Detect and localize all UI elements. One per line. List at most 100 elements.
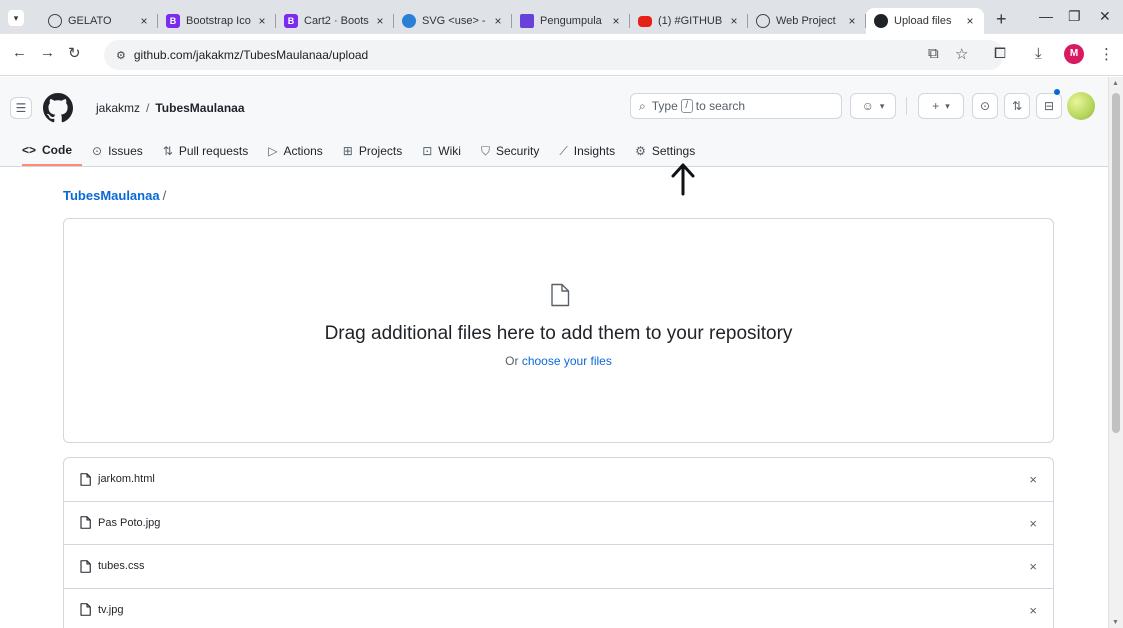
close-icon[interactable]: × bbox=[846, 14, 858, 28]
close-icon[interactable]: × bbox=[610, 14, 622, 28]
pull-request-icon: ⇅ bbox=[162, 144, 173, 158]
bootstrap-icon: B bbox=[284, 14, 298, 28]
drop-zone-or: Or bbox=[505, 354, 519, 368]
close-icon[interactable]: × bbox=[374, 14, 386, 28]
remove-file-close-icon[interactable]: × bbox=[1029, 559, 1037, 574]
search-placeholder-prefix: Type bbox=[651, 99, 678, 113]
tab-label: Insights bbox=[573, 144, 616, 158]
plus-icon: + bbox=[932, 99, 940, 113]
profile-avatar[interactable]: M bbox=[1064, 44, 1084, 64]
browser-tab[interactable]: SVG <use> - × bbox=[394, 8, 512, 34]
globe-icon bbox=[48, 14, 62, 28]
browser-tab-title: Cart2 · Boots bbox=[304, 15, 369, 27]
remove-file-close-icon[interactable]: × bbox=[1029, 516, 1037, 531]
list-item: jarkom.html × bbox=[64, 458, 1053, 502]
breadcrumb-repo[interactable]: TubesMaulanaa bbox=[155, 101, 244, 115]
close-icon[interactable]: × bbox=[492, 14, 504, 28]
issue-icon: ⊙ bbox=[92, 144, 103, 158]
user-avatar[interactable] bbox=[1067, 92, 1095, 120]
browser-tab[interactable]: (1) #GITHUB × bbox=[630, 8, 748, 34]
remove-file-close-icon[interactable]: × bbox=[1029, 472, 1037, 487]
tab-pull-requests[interactable]: ⇅ Pull requests bbox=[163, 136, 258, 166]
browser-tab[interactable]: B Bootstrap Ico × bbox=[158, 8, 276, 34]
bootstrap-icon: B bbox=[166, 14, 180, 28]
search-icon: ⌕ bbox=[639, 98, 646, 113]
create-new-button[interactable]: + ▾ bbox=[918, 93, 964, 119]
back-arrow-icon[interactable]: ← bbox=[12, 44, 27, 61]
list-item: tubes.css × bbox=[64, 545, 1053, 589]
list-item: tv.jpg × bbox=[64, 589, 1053, 628]
github-logo-icon[interactable] bbox=[43, 93, 73, 123]
scroll-down-arrow-icon[interactable]: ▼ bbox=[1112, 619, 1119, 626]
tab-issues[interactable]: ⊙ Issues bbox=[92, 136, 153, 166]
hamburger-menu-icon[interactable]: ☰ bbox=[10, 97, 32, 119]
address-bar[interactable]: ⚙ github.com/jakakmz/TubesMaulanaa/uploa… bbox=[104, 40, 1004, 70]
browser-tab-title: Web Project bbox=[776, 15, 836, 27]
scroll-up-arrow-icon[interactable]: ▲ bbox=[1112, 80, 1119, 87]
browser-menu-icon[interactable]: ⋮ bbox=[1099, 45, 1114, 63]
scrollbar-thumb[interactable] bbox=[1112, 93, 1120, 433]
browser-tab-title: (1) #GITHUB bbox=[658, 15, 723, 27]
tab-label: Projects bbox=[358, 144, 403, 158]
window-close-icon[interactable]: ✕ bbox=[1099, 8, 1111, 25]
browser-tab[interactable]: B Cart2 · Boots × bbox=[276, 8, 394, 34]
tab-search-chevron-icon[interactable]: ▾ bbox=[8, 10, 24, 26]
file-icon bbox=[80, 559, 91, 573]
restore-icon[interactable]: ❐ bbox=[1068, 8, 1081, 25]
file-drop-zone[interactable]: Drag additional files here to add them t… bbox=[63, 218, 1054, 443]
inbox-button[interactable]: ⊟ bbox=[1036, 93, 1062, 119]
tab-wiki[interactable]: ⊡ Wiki bbox=[422, 136, 471, 166]
globe-icon bbox=[756, 14, 770, 28]
browser-tab-active[interactable]: Upload files × bbox=[866, 8, 984, 34]
browser-tab[interactable]: Web Project × bbox=[748, 8, 866, 34]
tab-label: Issues bbox=[108, 144, 143, 158]
browser-tab-title: GELATO bbox=[68, 15, 112, 27]
file-name: Pas Poto.jpg bbox=[98, 516, 161, 529]
tab-insights[interactable]: ⟋ Insights bbox=[559, 136, 625, 166]
search-placeholder-suffix: to search bbox=[695, 99, 746, 113]
path-repo-link[interactable]: TubesMaulanaa bbox=[63, 188, 160, 203]
shield-icon: ⛉ bbox=[480, 143, 490, 158]
reload-icon[interactable]: ↻ bbox=[68, 44, 81, 62]
tab-actions[interactable]: ▷ Actions bbox=[268, 136, 333, 166]
install-app-icon[interactable]: ⧉ bbox=[928, 45, 939, 62]
choose-files-link[interactable]: choose your files bbox=[522, 354, 612, 368]
file-icon bbox=[551, 283, 570, 307]
upload-path: TubesMaulanaa / bbox=[63, 188, 166, 203]
tab-label: Security bbox=[495, 144, 540, 158]
close-icon[interactable]: × bbox=[256, 14, 268, 28]
tab-security[interactable]: ⛉ Security bbox=[481, 136, 549, 166]
tab-label: Code bbox=[42, 143, 73, 157]
site-settings-icon[interactable]: ⚙ bbox=[116, 49, 126, 62]
browser-toolbar: ← → ↻ ⚙ github.com/jakakmz/TubesMaulanaa… bbox=[0, 34, 1123, 76]
table-icon: ⊞ bbox=[342, 144, 353, 158]
remove-file-close-icon[interactable]: × bbox=[1029, 603, 1037, 618]
path-slash: / bbox=[162, 188, 167, 203]
copilot-button[interactable]: ☺ ▾ bbox=[850, 93, 896, 119]
actions-play-icon: ▷ bbox=[268, 144, 278, 158]
tab-projects[interactable]: ⊞ Projects bbox=[343, 136, 412, 166]
download-icon[interactable]: ⤓ bbox=[1035, 45, 1042, 62]
browser-tab[interactable]: Pengumpula × bbox=[512, 8, 630, 34]
tab-label: Wiki bbox=[438, 144, 461, 158]
breadcrumb-owner[interactable]: jakakmz bbox=[96, 101, 140, 115]
close-icon[interactable]: × bbox=[138, 14, 150, 28]
minimize-icon[interactable]: — bbox=[1039, 8, 1053, 24]
page-scrollbar[interactable]: ▲ ▼ bbox=[1108, 77, 1123, 628]
tab-code[interactable]: <> Code bbox=[22, 136, 83, 166]
breadcrumb-separator: / bbox=[146, 101, 150, 115]
search-input[interactable]: ⌕ Type / to search bbox=[630, 93, 842, 119]
bookmark-star-icon[interactable]: ☆ bbox=[955, 45, 968, 63]
issues-button[interactable]: ⊙ bbox=[972, 93, 998, 119]
forward-arrow-icon[interactable]: → bbox=[40, 44, 55, 61]
pull-requests-button[interactable]: ⇅ bbox=[1004, 93, 1030, 119]
github-icon bbox=[874, 14, 888, 28]
browser-tab[interactable]: GELATO × bbox=[40, 8, 158, 34]
inbox-icon: ⊟ bbox=[1043, 99, 1055, 113]
extensions-puzzle-icon[interactable]: ⧠ bbox=[994, 45, 1006, 62]
new-tab-button[interactable]: + bbox=[996, 9, 1007, 30]
address-url: github.com/jakakmz/TubesMaulanaa/upload bbox=[133, 48, 369, 62]
issue-icon: ⊙ bbox=[979, 99, 991, 113]
close-icon[interactable]: × bbox=[964, 14, 976, 28]
close-icon[interactable]: × bbox=[728, 14, 740, 28]
